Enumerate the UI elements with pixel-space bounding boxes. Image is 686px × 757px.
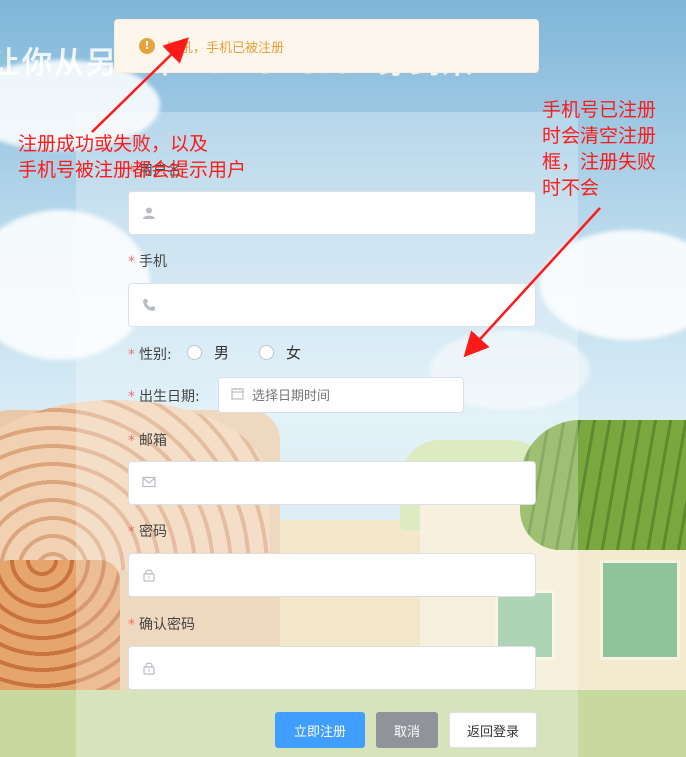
annotation-left: 注册成功或失败，以及 手机号被注册都会提示用户 (18, 133, 247, 181)
annotation-right: 手机号已注册 时会清空注册 框，注册失败 时不会 (542, 99, 657, 199)
arrow-to-form (463, 207, 601, 358)
arrow-to-toast (91, 37, 189, 133)
